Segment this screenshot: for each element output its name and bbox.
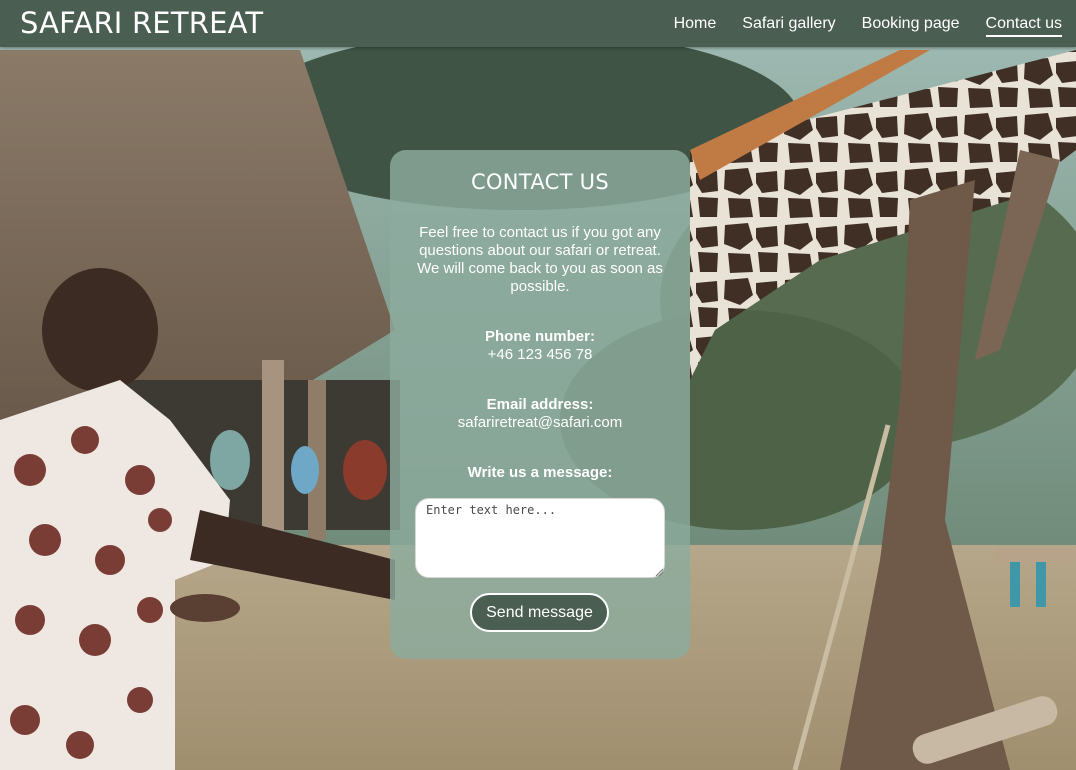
- nav-item-home: Home: [674, 15, 717, 33]
- message-textarea[interactable]: [415, 498, 665, 578]
- site-header: SAFARI RETREAT Home Safari gallery Booki…: [0, 0, 1076, 47]
- nav-list: Home Safari gallery Booking page Contact…: [674, 0, 1062, 47]
- send-message-button[interactable]: Send message: [470, 593, 609, 632]
- nav-item-contact-us: Contact us: [985, 14, 1062, 37]
- email-label: Email address:: [486, 396, 594, 413]
- phone-label: Phone number:: [484, 328, 595, 345]
- nav-item-safari-gallery: Safari gallery: [742, 15, 835, 33]
- email-value: safariretreat@safari.com: [457, 414, 623, 431]
- email-block: Email address: safariretreat@safari.com: [390, 396, 690, 432]
- contact-title: CONTACT US: [471, 170, 609, 194]
- contact-intro-text: Feel free to contact us if you got any q…: [417, 224, 663, 295]
- phone-value: +46 123 456 78: [487, 346, 593, 363]
- nav-link-contact-us[interactable]: Contact us: [985, 14, 1062, 37]
- nav-link-safari-gallery[interactable]: Safari gallery: [742, 15, 835, 37]
- nav-link-home[interactable]: Home: [674, 15, 717, 37]
- brand-logo-text[interactable]: SAFARI RETREAT: [20, 4, 263, 42]
- nav-item-booking-page: Booking page: [862, 15, 960, 33]
- nav-link-booking-page[interactable]: Booking page: [862, 15, 960, 37]
- phone-block: Phone number: +46 123 456 78: [390, 328, 690, 364]
- message-label: Write us a message:: [467, 464, 613, 481]
- contact-page: SAFARI RETREAT Home Safari gallery Booki…: [0, 0, 1076, 770]
- contact-card: CONTACT US Feel free to contact us if yo…: [390, 150, 690, 659]
- resize-grip-icon[interactable]: [655, 568, 663, 576]
